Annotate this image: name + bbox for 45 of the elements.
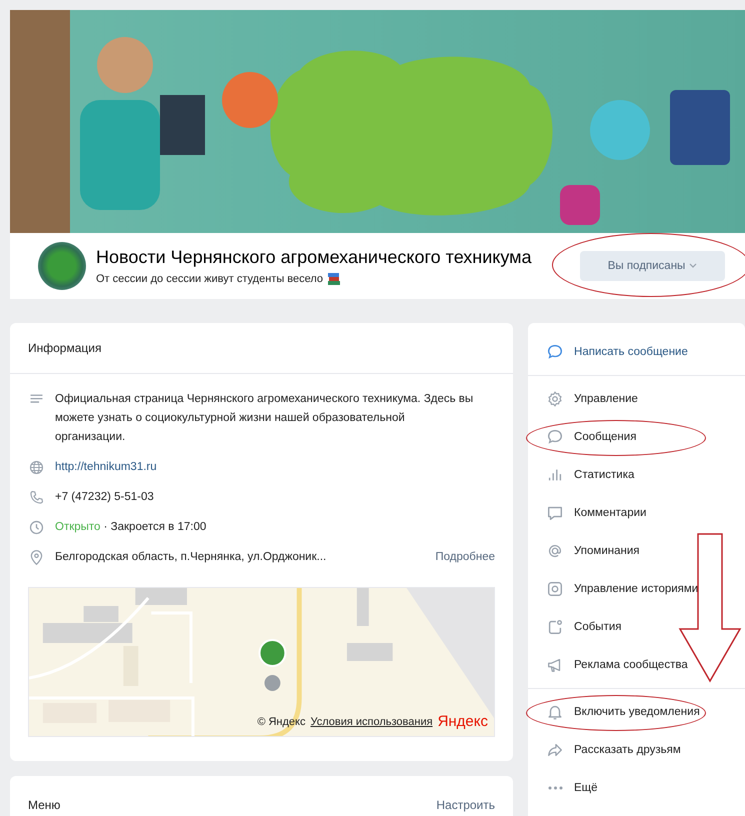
info-title: Информация: [10, 323, 514, 374]
map-provider-logo: Яндекс: [438, 713, 488, 730]
share-icon: [546, 741, 564, 759]
menu-title: Меню: [28, 798, 60, 812]
action-menu-item[interactable]: События: [528, 608, 745, 646]
action-menu-item[interactable]: Сообщения: [528, 418, 745, 456]
subscribed-button[interactable]: Вы подписаны: [580, 251, 725, 281]
map-copyright: © Яндекс: [257, 716, 306, 728]
chat-icon: [546, 343, 564, 361]
configure-link[interactable]: Настроить: [436, 798, 496, 812]
globe-icon: [28, 459, 45, 476]
action-menu-item[interactable]: Реклама сообщества: [528, 646, 745, 684]
action-menu-item[interactable]: Написать сообщение: [528, 333, 745, 371]
action-menu-item[interactable]: Управление: [528, 380, 745, 418]
location-pin-icon: [28, 549, 45, 566]
action-menu-item[interactable]: Рассказать друзьям: [528, 731, 745, 769]
chevron-icon: [689, 263, 698, 269]
action-menu-item[interactable]: Упоминания: [528, 532, 745, 570]
settings-icon: [546, 390, 564, 408]
comment-icon: [546, 504, 564, 522]
map-panel[interactable]: © Яндекс Условия использования Яндекс: [28, 587, 496, 737]
action-menu-item[interactable]: Управление историями: [528, 570, 745, 608]
phone-number: +7 (47232) 5-51-03: [55, 490, 155, 505]
action-menu-item[interactable]: Ещё: [528, 769, 745, 807]
phone-icon: [28, 489, 45, 506]
website-link[interactable]: http://tehnikum31.ru: [55, 458, 496, 477]
community-avatar[interactable]: [38, 242, 86, 290]
story-icon: [546, 580, 564, 598]
open-status: Открыто: [55, 521, 100, 533]
chat-icon: [546, 428, 564, 446]
event-icon: [546, 618, 564, 636]
closing-time: · Закроется в 17:00: [104, 521, 206, 533]
terms-link[interactable]: Условия использования: [310, 716, 433, 728]
community-status: От сессии до сессии живут студенты весело: [96, 272, 324, 284]
description-text: Официальная страница Чернянского агромеханического техникума. Здесь вы можете узнать о социокультурной жизни нашей образовательной организации.: [55, 392, 474, 445]
community-name: Новости Чернянского агромеханического техникума: [96, 246, 533, 268]
more-icon: [548, 786, 563, 790]
action-menu-item[interactable]: Комментарии: [528, 494, 745, 532]
bell-icon: [546, 703, 564, 721]
address-text: Белгородская область, п.Чернянка, ул.Орджоник...: [55, 550, 328, 565]
action-menu-item[interactable]: Включить уведомления: [528, 693, 745, 731]
clock-icon: [28, 519, 45, 536]
action-menu-item[interactable]: Статистика: [528, 456, 745, 494]
more-link[interactable]: Подробнее: [435, 548, 496, 567]
books-icon: [327, 272, 342, 286]
